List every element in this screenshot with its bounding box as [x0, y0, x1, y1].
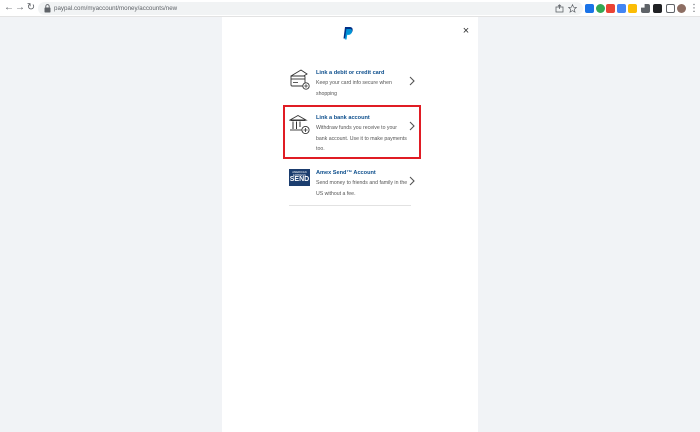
amex-send-logo: AMERICAN EXPRESS SEND — [289, 169, 310, 186]
avatar[interactable] — [677, 4, 686, 13]
chevron-right-icon[interactable] — [409, 176, 415, 186]
option-amex-send[interactable]: AMERICAN EXPRESS SEND Amex Send™ Account… — [289, 169, 415, 203]
address-bar[interactable]: paypal.com/myaccount/money/accounts/new — [38, 2, 583, 15]
tab-strip-icon[interactable] — [666, 4, 675, 13]
highlight-annotation — [283, 105, 421, 159]
browser-toolbar: ← → ↻ paypal.com/myaccount/money/account… — [0, 0, 700, 17]
option-description: Send money to friends and family in the … — [316, 180, 408, 197]
chevron-right-icon[interactable] — [409, 76, 415, 86]
divider — [289, 205, 411, 206]
extension-1-icon[interactable] — [585, 4, 594, 13]
extension-6-icon[interactable] — [653, 4, 662, 13]
extension-2-icon[interactable] — [596, 4, 605, 13]
option-description: Keep your card info secure when shopping — [316, 80, 392, 97]
close-button[interactable]: × — [460, 25, 472, 37]
menu-kebab-icon[interactable]: ⋮ — [688, 3, 700, 15]
option-link-card[interactable]: Link a debit or credit card Keep your ca… — [289, 68, 415, 102]
paypal-logo-icon — [343, 27, 353, 40]
amex-logo-send: SEND — [289, 176, 310, 183]
bookmark-star-icon[interactable] — [568, 4, 577, 13]
extension-4-icon[interactable] — [617, 4, 626, 13]
option-title[interactable]: Amex Send™ Account — [316, 170, 376, 176]
extension-5-icon[interactable] — [628, 4, 637, 13]
extension-3-icon[interactable] — [606, 4, 615, 13]
reload-icon[interactable]: ↻ — [25, 2, 37, 14]
card-icon — [290, 69, 310, 90]
share-icon[interactable] — [555, 4, 564, 13]
extensions-puzzle-icon[interactable] — [641, 4, 650, 13]
option-title[interactable]: Link a debit or credit card — [316, 70, 384, 76]
url-text[interactable]: paypal.com/myaccount/money/accounts/new — [54, 2, 177, 15]
lock-icon — [44, 4, 51, 13]
